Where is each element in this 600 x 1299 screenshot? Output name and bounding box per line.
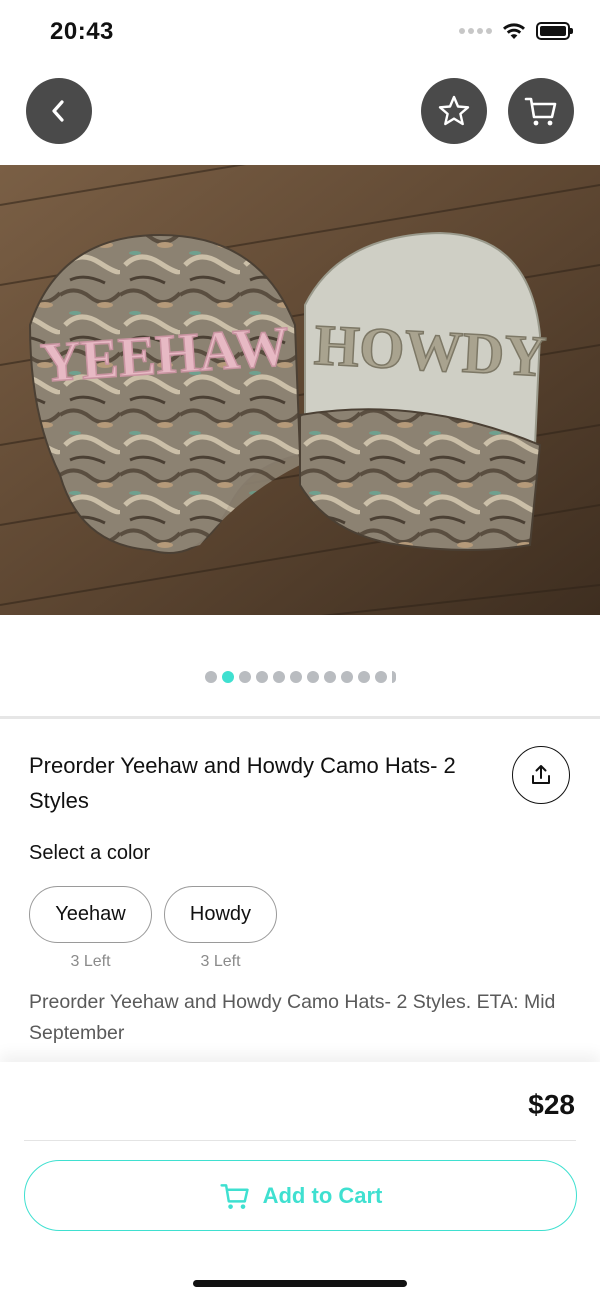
divider	[0, 716, 600, 719]
stock-count-howdy: 3 Left	[200, 953, 241, 970]
status-icons	[459, 22, 573, 40]
cart-button[interactable]	[508, 78, 574, 144]
battery-icon	[536, 22, 573, 40]
page-dot[interactable]	[340, 671, 353, 683]
chevron-left-icon	[52, 100, 64, 122]
page-dot[interactable]	[255, 671, 268, 683]
page-dot-active[interactable]	[221, 671, 234, 683]
back-button[interactable]	[26, 78, 92, 144]
add-to-cart-label: Add to Cart	[262, 1182, 383, 1208]
cart-icon	[220, 1183, 249, 1209]
page-dot[interactable]	[238, 671, 251, 683]
purchase-panel: $28 Add to Cart	[0, 1062, 600, 1299]
cart-icon	[524, 97, 557, 126]
page-dot[interactable]	[391, 671, 396, 683]
color-option-yeehaw[interactable]: Yeehaw	[29, 886, 152, 943]
select-color-label: Select a color	[29, 842, 151, 864]
price: $28	[528, 1089, 575, 1120]
product-description: Preorder Yeehaw and Howdy Camo Hats- 2 S…	[29, 991, 556, 1044]
page-dot[interactable]	[374, 671, 387, 683]
home-indicator[interactable]	[193, 1280, 407, 1287]
add-to-cart-button[interactable]: Add to Cart	[24, 1160, 577, 1231]
product-title: Preorder Yeehaw and Howdy Camo Hats- 2 S…	[29, 753, 456, 813]
divider	[24, 1140, 576, 1141]
page-dot[interactable]	[272, 671, 285, 683]
status-bar: 20:43	[0, 0, 600, 66]
signal-icon	[459, 28, 492, 34]
image-pagination[interactable]	[0, 671, 600, 683]
page-dot[interactable]	[289, 671, 302, 683]
page-dot[interactable]	[323, 671, 336, 683]
color-option-howdy[interactable]: Howdy	[164, 886, 277, 943]
star-icon	[438, 95, 470, 126]
page-dot[interactable]	[357, 671, 370, 683]
svg-text:HOWDY: HOWDY	[313, 312, 548, 389]
status-time: 20:43	[50, 18, 114, 45]
page-dot[interactable]	[204, 671, 217, 683]
wifi-icon	[503, 23, 525, 39]
favorite-button[interactable]	[421, 78, 487, 144]
share-icon	[532, 765, 550, 784]
product-photo: YEEHAW HOWDY	[0, 165, 600, 615]
share-button[interactable]	[512, 746, 570, 804]
stock-count-yeehaw: 3 Left	[70, 953, 111, 970]
product-image[interactable]: YEEHAW HOWDY	[0, 165, 600, 615]
page-dot[interactable]	[306, 671, 319, 683]
